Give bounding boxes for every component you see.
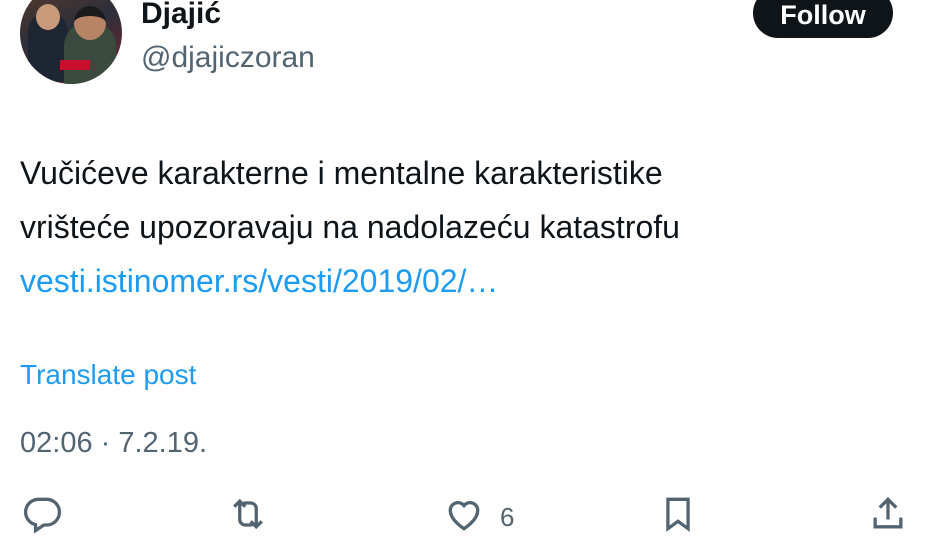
share-icon — [873, 496, 903, 529]
tweet-link[interactable]: vesti.istinomer.rs/vesti/2019/02/… — [20, 254, 910, 308]
avatar[interactable] — [20, 0, 122, 84]
bookmark-icon — [666, 497, 690, 532]
avatar-flag — [60, 60, 90, 70]
reply-button[interactable] — [20, 492, 64, 536]
tweet-text: Vučićeve karakterne i mentalne karakteri… — [20, 146, 910, 308]
like-icon — [448, 501, 480, 531]
avatar-face-left — [36, 4, 60, 30]
repost-icon — [233, 498, 263, 530]
author-name[interactable]: Djajić — [141, 0, 221, 34]
repost-button[interactable] — [226, 492, 270, 536]
reply-icon — [23, 497, 62, 534]
like-count: 6 — [500, 502, 515, 532]
tweet-text-line: Vučićeve karakterne i mentalne karakteri… — [20, 155, 663, 191]
author-handle[interactable]: @djajiczoran — [141, 38, 315, 78]
translate-post-link[interactable]: Translate post — [20, 356, 196, 394]
follow-button[interactable]: Follow — [753, 0, 893, 38]
action-bar: 6 — [0, 492, 930, 534]
avatar-face-right — [74, 6, 106, 40]
post-timestamp[interactable]: 02:06 · 7.2.19. — [20, 424, 207, 462]
tweet-text-line: vrišteće upozoravaju na nadolazeću katas… — [20, 209, 680, 245]
like-button[interactable]: 6 — [442, 492, 514, 536]
share-button[interactable] — [866, 492, 910, 536]
bookmark-button[interactable] — [656, 492, 700, 536]
